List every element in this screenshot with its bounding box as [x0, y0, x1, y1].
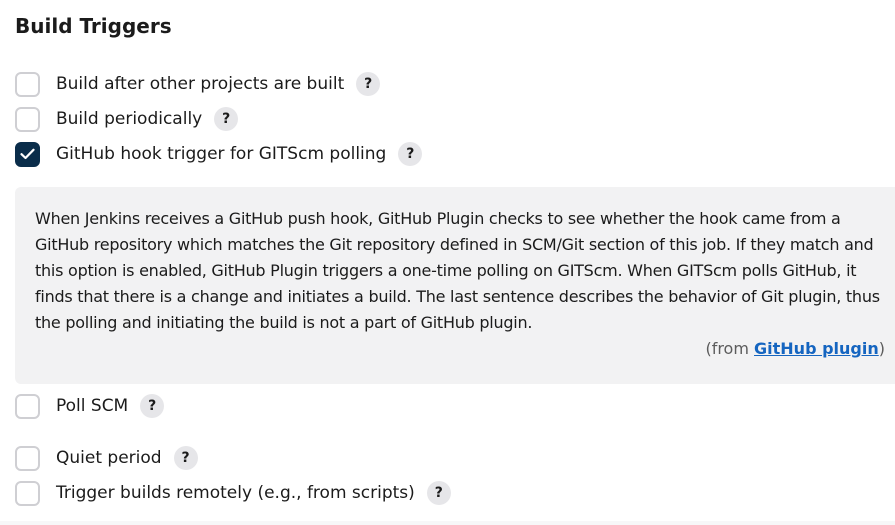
trigger-poll-scm[interactable]: Poll SCM ? — [15, 393, 165, 419]
poll-scm-checkbox[interactable] — [15, 393, 40, 419]
github-plugin-link[interactable]: GitHub plugin — [754, 339, 879, 358]
trigger-builds-remotely-checkbox[interactable] — [15, 480, 40, 506]
checkmark-icon — [20, 148, 35, 160]
build-after-other-projects-checkbox[interactable] — [15, 71, 40, 97]
build-periodically-checkbox[interactable] — [15, 106, 40, 132]
github-hook-help-panel: When Jenkins receives a GitHub push hook… — [15, 187, 895, 384]
trigger-builds-remotely-label[interactable]: Trigger builds remotely (e.g., from scri… — [56, 483, 415, 503]
github-hook-checkbox[interactable] — [15, 141, 40, 167]
trigger-build-after-other-projects[interactable]: Build after other projects are built ? — [15, 71, 381, 97]
section-title: Build Triggers — [15, 14, 172, 38]
quiet-period-label[interactable]: Quiet period — [56, 448, 162, 468]
help-icon[interactable]: ? — [426, 481, 451, 505]
help-panel-source: (from GitHub plugin) — [35, 336, 885, 362]
help-icon[interactable]: ? — [173, 446, 198, 470]
trigger-builds-remotely[interactable]: Trigger builds remotely (e.g., from scri… — [15, 480, 451, 506]
help-panel-text: When Jenkins receives a GitHub push hook… — [35, 209, 880, 332]
help-icon[interactable]: ? — [398, 142, 423, 166]
help-icon[interactable]: ? — [140, 394, 165, 418]
build-after-other-projects-label[interactable]: Build after other projects are built — [56, 74, 344, 94]
section-bottom-divider — [0, 521, 895, 525]
github-hook-label[interactable]: GitHub hook trigger for GITScm polling — [56, 144, 386, 164]
build-triggers-section: Build Triggers Build after other project… — [0, 0, 895, 525]
help-icon[interactable]: ? — [356, 72, 381, 96]
poll-scm-label[interactable]: Poll SCM — [56, 396, 128, 416]
trigger-quiet-period[interactable]: Quiet period ? — [15, 445, 198, 471]
trigger-github-hook[interactable]: GitHub hook trigger for GITScm polling ? — [15, 141, 423, 167]
trigger-build-periodically[interactable]: Build periodically ? — [15, 106, 239, 132]
quiet-period-checkbox[interactable] — [15, 445, 40, 471]
help-icon[interactable]: ? — [214, 107, 239, 131]
from-suffix: ) — [878, 339, 885, 358]
from-prefix: (from — [705, 339, 755, 358]
build-periodically-label[interactable]: Build periodically — [56, 109, 202, 129]
